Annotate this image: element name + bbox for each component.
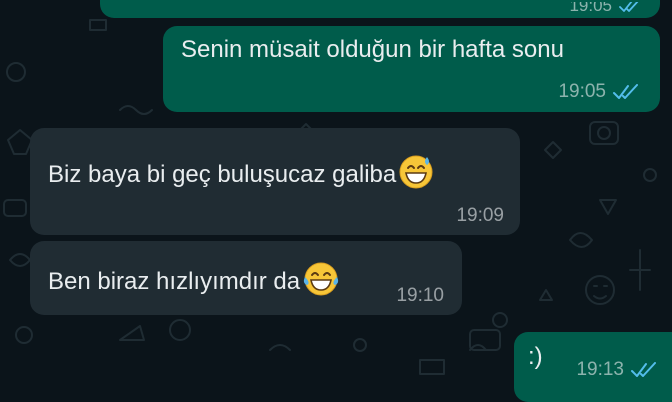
message-bubble-incoming[interactable]: Ben biraz hızlıyımdır da 19:10	[30, 241, 462, 315]
read-ticks-icon	[612, 84, 640, 100]
message-meta: 19:10	[396, 285, 444, 307]
message-text: Ben biraz hızlıyımdır da	[48, 261, 340, 304]
message-text: :)	[528, 343, 543, 370]
message-text-content: Biz baya bi geç buluşucaz galiba	[48, 160, 397, 188]
message-bubble-outgoing[interactable]: Senin müsait olduğun bir hafta sonu 19:0…	[163, 26, 660, 112]
message-bubble-outgoing[interactable]: :) 19:13	[514, 332, 672, 402]
face-with-tears-of-joy-icon	[302, 261, 340, 304]
read-ticks-icon	[630, 362, 658, 378]
message-bubble-incoming[interactable]: Biz baya bi geç buluşucaz galiba 19:09	[30, 128, 520, 235]
message-meta: 19:05	[558, 81, 640, 103]
message-time: 19:05	[569, 0, 612, 15]
message-time: 19:10	[396, 285, 444, 306]
message-text-content: Ben biraz hızlıyımdır da	[48, 267, 301, 295]
grinning-face-with-sweat-icon	[398, 154, 434, 197]
message-meta: 19:05	[569, 0, 642, 16]
message-bubble-outgoing[interactable]: 19:05	[100, 0, 660, 18]
message-time: 19:09	[456, 205, 504, 226]
message-text: Biz baya bi geç buluşucaz galiba	[48, 154, 434, 197]
read-ticks-icon	[618, 2, 642, 13]
message-text: Senin müsait olduğun bir hafta sonu	[181, 36, 564, 63]
message-time: 19:05	[558, 81, 606, 102]
message-meta: 19:09	[456, 205, 504, 227]
